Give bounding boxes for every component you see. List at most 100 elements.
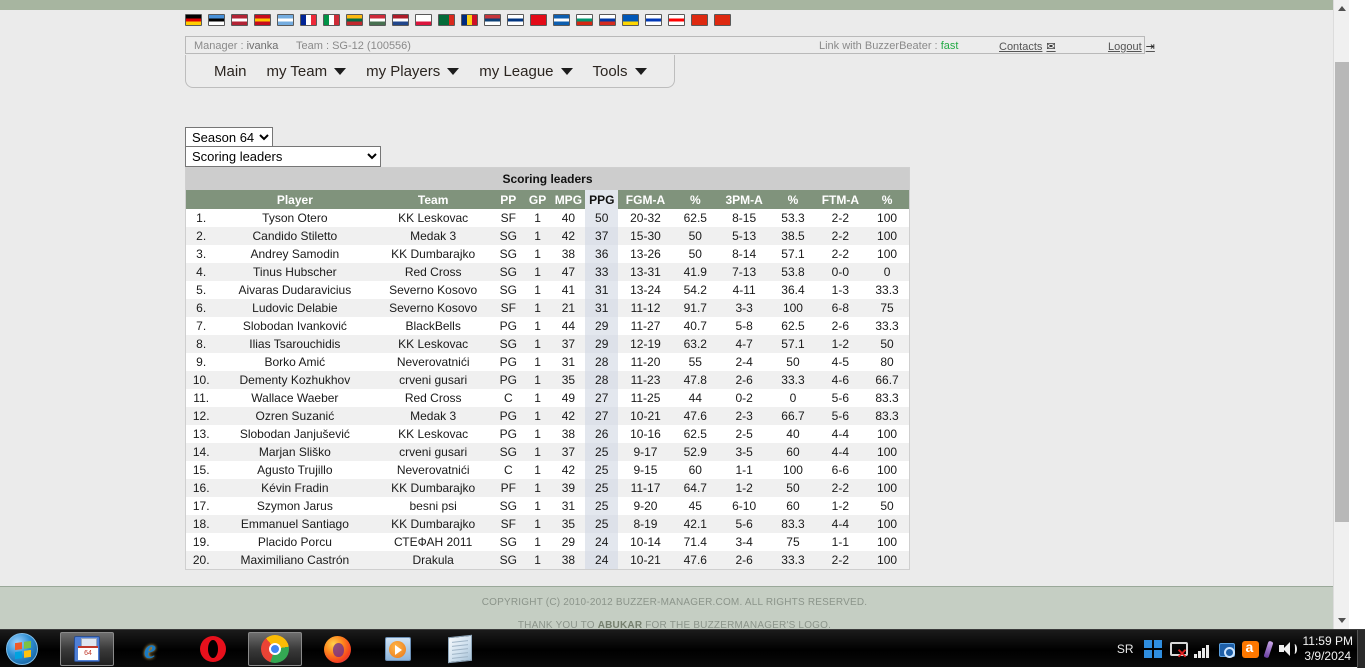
flag-argentina-icon[interactable] bbox=[277, 14, 294, 26]
cell-player[interactable]: Ilias Tsarouchidis bbox=[216, 335, 373, 353]
table-row[interactable]: 20.Maximiliano CastrónDrakulaSG1382410-2… bbox=[186, 551, 909, 569]
flag-estonia-icon[interactable] bbox=[208, 14, 225, 26]
table-row[interactable]: 13.Slobodan JanjuševićKK LeskovacPG13826… bbox=[186, 425, 909, 443]
taskbar-button-firefox[interactable] bbox=[310, 632, 364, 666]
cell-player[interactable]: Marjan Sliško bbox=[216, 443, 373, 461]
cell-team[interactable]: Severno Kosovo bbox=[373, 281, 493, 299]
menu-item-my-players[interactable]: my Players bbox=[356, 63, 469, 80]
table-row[interactable]: 9.Borko AmićNeverovatnićiPG1312811-20552… bbox=[186, 353, 909, 371]
column-header--[interactable]: % bbox=[770, 190, 815, 209]
table-row[interactable]: 14.Marjan Sliškocrveni gusariSG137259-17… bbox=[186, 443, 909, 461]
column-header-ppg[interactable]: PPG bbox=[585, 190, 618, 209]
cell-player[interactable]: Aivaras Dudaravicius bbox=[216, 281, 373, 299]
column-header-team[interactable]: Team bbox=[373, 190, 493, 209]
taskbar-button-floppy-64[interactable] bbox=[60, 632, 114, 666]
flag-hungary-icon[interactable] bbox=[369, 14, 386, 26]
flag-italy-icon[interactable] bbox=[323, 14, 340, 26]
windows-flag-icon[interactable] bbox=[1144, 640, 1162, 658]
column-header-mpg[interactable]: MPG bbox=[552, 190, 586, 209]
column-header-rank[interactable] bbox=[186, 190, 216, 209]
cell-player[interactable]: Wallace Waeber bbox=[216, 389, 373, 407]
cell-team[interactable]: crveni gusari bbox=[373, 371, 493, 389]
logout-link[interactable]: Logout⇥ bbox=[1108, 40, 1155, 53]
cell-team[interactable]: Red Cross bbox=[373, 389, 493, 407]
flag-germany-icon[interactable] bbox=[185, 14, 202, 26]
cell-team[interactable]: Neverovatnići bbox=[373, 353, 493, 371]
menu-item-tools[interactable]: Tools bbox=[583, 63, 657, 80]
table-row[interactable]: 17.Szymon Jarusbesni psiSG131259-20456-1… bbox=[186, 497, 909, 515]
cell-team[interactable]: KK Dumbarajko bbox=[373, 515, 493, 533]
pen-icon[interactable] bbox=[1263, 640, 1273, 658]
language-indicator[interactable]: SR bbox=[1117, 642, 1134, 656]
taskbar-button-windows-media-player[interactable] bbox=[371, 632, 425, 666]
flag-ukraine-icon[interactable] bbox=[622, 14, 639, 26]
cell-player[interactable]: Tinus Hubscher bbox=[216, 263, 373, 281]
cell-team[interactable]: Red Cross bbox=[373, 263, 493, 281]
table-row[interactable]: 1.Tyson OteroKK LeskovacSF1405020-3262.5… bbox=[186, 209, 909, 227]
table-row[interactable]: 4.Tinus HubscherRed CrossSG1473313-3141.… bbox=[186, 263, 909, 281]
column-header-ftm-a[interactable]: FTM-A bbox=[816, 190, 865, 209]
cell-player[interactable]: Agusto Trujillo bbox=[216, 461, 373, 479]
signal-bars-icon[interactable] bbox=[1194, 644, 1212, 658]
column-header--[interactable]: % bbox=[865, 190, 909, 209]
table-row[interactable]: 19.Placido PorcuСТЕФАН 2011SG1292410-147… bbox=[186, 533, 909, 551]
cell-team[interactable]: besni psi bbox=[373, 497, 493, 515]
table-row[interactable]: 5.Aivaras DudaraviciusSeverno KosovoSG14… bbox=[186, 281, 909, 299]
cell-player[interactable]: Emmanuel Santiago bbox=[216, 515, 373, 533]
cell-player[interactable]: Borko Amić bbox=[216, 353, 373, 371]
flag-china-2-icon[interactable] bbox=[714, 14, 731, 26]
clock[interactable]: 11:59 PM 3/9/2024 bbox=[1303, 634, 1353, 664]
camera-icon[interactable] bbox=[1219, 643, 1235, 657]
taskbar-button-google-chrome[interactable] bbox=[248, 632, 302, 666]
cell-team[interactable]: KK Dumbarajko bbox=[373, 479, 493, 497]
menu-item-main[interactable]: Main bbox=[204, 63, 257, 80]
column-header-pp[interactable]: PP bbox=[493, 190, 524, 209]
table-row[interactable]: 7.Slobodan IvankovićBlackBellsPG1442911-… bbox=[186, 317, 909, 335]
start-button[interactable] bbox=[6, 633, 38, 665]
cell-team[interactable]: Neverovatnići bbox=[373, 461, 493, 479]
cell-team[interactable]: crveni gusari bbox=[373, 443, 493, 461]
contacts-link[interactable]: Contacts✉ bbox=[999, 40, 1056, 53]
flag-china-icon[interactable] bbox=[691, 14, 708, 26]
table-row[interactable]: 6.Ludovic DelabieSeverno KosovoSF1213111… bbox=[186, 299, 909, 317]
scroll-down-button[interactable] bbox=[1334, 612, 1349, 629]
flag-usa-icon[interactable] bbox=[231, 14, 248, 26]
season-select[interactable]: Season 64 bbox=[185, 127, 273, 148]
taskbar-button-opera[interactable] bbox=[186, 632, 240, 666]
flag-russia-icon[interactable] bbox=[599, 14, 616, 26]
cell-player[interactable]: Ozren Suzanić bbox=[216, 407, 373, 425]
column-header-gp[interactable]: GP bbox=[524, 190, 552, 209]
show-desktop-button[interactable] bbox=[1357, 630, 1365, 668]
menu-item-my-league[interactable]: my League bbox=[469, 63, 582, 80]
menu-item-my-team[interactable]: my Team bbox=[257, 63, 357, 80]
network-disconnected-icon[interactable]: ✕ bbox=[1169, 640, 1187, 658]
column-header-player[interactable]: Player bbox=[216, 190, 373, 209]
flag-serbia-icon[interactable] bbox=[484, 14, 501, 26]
cell-player[interactable]: Kévin Fradin bbox=[216, 479, 373, 497]
flag-poland-icon[interactable] bbox=[415, 14, 432, 26]
flag-finland-icon[interactable] bbox=[507, 14, 524, 26]
table-row[interactable]: 18.Emmanuel SantiagoKK DumbarajkoSF13525… bbox=[186, 515, 909, 533]
scroll-up-button[interactable] bbox=[1334, 0, 1349, 17]
cell-player[interactable]: Maximiliano Castrón bbox=[216, 551, 373, 569]
cell-team[interactable]: KK Dumbarajko bbox=[373, 245, 493, 263]
flag-france-icon[interactable] bbox=[300, 14, 317, 26]
taskbar-button-internet-explorer[interactable]: e bbox=[123, 632, 177, 666]
flag-lithuania-icon[interactable] bbox=[346, 14, 363, 26]
vertical-scrollbar[interactable] bbox=[1333, 0, 1349, 629]
cell-player[interactable]: Ludovic Delabie bbox=[216, 299, 373, 317]
scrollbar-thumb[interactable] bbox=[1335, 62, 1349, 522]
table-row[interactable]: 10.Dementy Kozhukhovcrveni gusariPG13528… bbox=[186, 371, 909, 389]
cell-player[interactable]: Andrey Samodin bbox=[216, 245, 373, 263]
table-row[interactable]: 11.Wallace WaeberRed CrossC1492711-25440… bbox=[186, 389, 909, 407]
report-select[interactable]: Scoring leaders bbox=[185, 146, 381, 167]
cell-team[interactable]: KK Leskovac bbox=[373, 425, 493, 443]
cell-player[interactable]: Dementy Kozhukhov bbox=[216, 371, 373, 389]
column-header-3pm-a[interactable]: 3PM-A bbox=[718, 190, 770, 209]
cell-team[interactable]: KK Leskovac bbox=[373, 335, 493, 353]
table-row[interactable]: 3.Andrey SamodinKK DumbarajkoSG1383613-2… bbox=[186, 245, 909, 263]
cell-player[interactable]: Candido Stiletto bbox=[216, 227, 373, 245]
flag-bulgaria-icon[interactable] bbox=[576, 14, 593, 26]
table-row[interactable]: 12.Ozren SuzanićMedak 3PG1422710-2147.62… bbox=[186, 407, 909, 425]
cell-player[interactable]: Szymon Jarus bbox=[216, 497, 373, 515]
